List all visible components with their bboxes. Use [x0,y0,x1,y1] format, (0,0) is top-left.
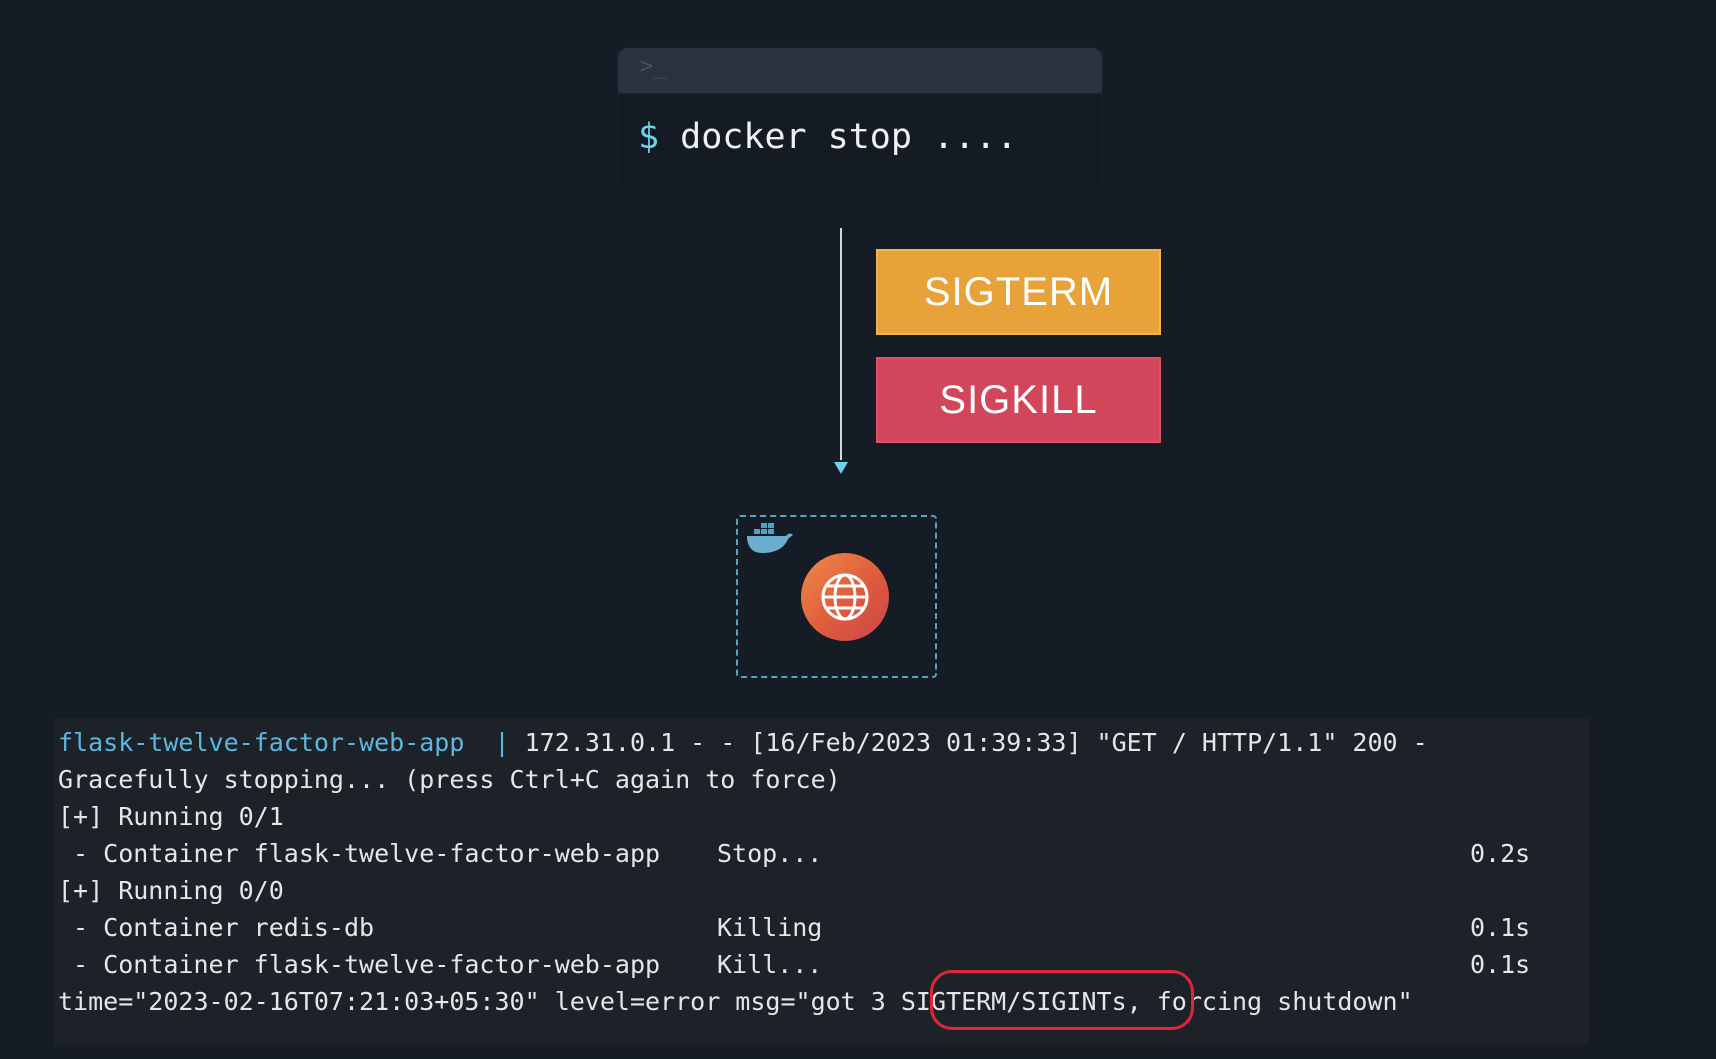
app-globe-badge [801,553,889,641]
globe-icon [821,573,869,621]
log-line-7-time: 0.1s [1470,950,1531,979]
log-line-7: - Container flask-twelve-factor-web-app [58,950,661,979]
log-line-6-status: Killing [717,913,823,942]
terminal-titlebar: >_ [618,48,1102,93]
log-line-8: time="2023-02-16T07:21:03+05:30" level=e… [58,987,1413,1016]
sigterm-highlight-ring [930,970,1194,1030]
log-line-2: Gracefully stopping... (press Ctrl+C aga… [58,765,841,794]
prompt-dollar: $ [638,117,660,157]
log-service-name: flask-twelve-factor-web-app [58,728,465,757]
docker-whale-icon [747,523,793,553]
log-line-3: [+] Running 0/1 [58,802,284,831]
log-line-5: [+] Running 0/0 [58,876,284,905]
log-line-6: - Container redis-db [58,913,375,942]
arrow-down-icon [834,462,848,474]
terminal-prompt-icon: >_ [640,54,667,79]
log-request: 172.31.0.1 - - [16/Feb/2023 01:39:33] "G… [509,728,1428,757]
signal-arrow-line [840,228,842,460]
log-line-6-time: 0.1s [1470,913,1531,942]
log-output-panel: flask-twelve-factor-web-app | 172.31.0.1… [54,718,1589,1045]
sigterm-box: SIGTERM [876,249,1161,335]
log-line-4: - Container flask-twelve-factor-web-app [58,839,661,868]
terminal-command: docker stop .... [680,117,1018,157]
log-line-7-status: Kill... [717,950,823,979]
container-box [736,515,937,678]
terminal-command-line: $ docker stop .... [638,117,1017,157]
log-line-4-status: Stop... [717,839,823,868]
terminal-window: >_ $ docker stop .... [618,48,1102,191]
log-line-4-time: 0.2s [1470,839,1531,868]
log-pipe: | [494,728,510,757]
terminal-body: $ docker stop .... [618,95,1102,191]
log-line-1: flask-twelve-factor-web-app | 172.31.0.1… [58,728,1428,758]
sigkill-box: SIGKILL [876,357,1161,443]
